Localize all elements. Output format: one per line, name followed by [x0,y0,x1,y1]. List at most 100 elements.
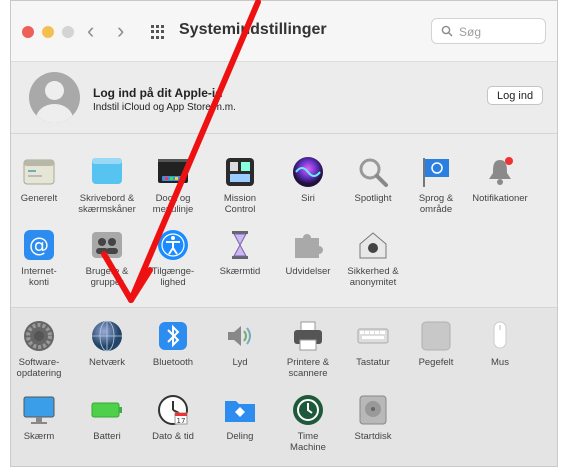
keyboard-icon [356,319,390,353]
svg-text:17: 17 [177,417,186,425]
pref-label: Dato & tid [152,431,194,442]
search-input[interactable] [457,22,545,42]
house-lock-icon [356,228,390,262]
pref-update[interactable]: Software- opdatering [11,319,71,379]
system-preferences-window: ‹ › Systemindstillinger Log ind på dit A… [10,0,558,467]
avatar[interactable] [29,72,80,123]
battery-icon [90,393,124,427]
pref-label: Siri [301,193,315,204]
pref-spotlight[interactable]: Spotlight [341,155,405,204]
pref-label: Spotlight [354,193,392,204]
pref-screentime[interactable]: Skærmtid [208,228,272,277]
forward-icon[interactable]: › [117,18,124,44]
search-field[interactable] [431,18,546,44]
pref-mission[interactable]: Mission Control [208,155,272,215]
pref-label: Notifikationer [472,193,528,204]
mouse-icon [483,319,517,353]
pref-label: Dock og menulinje [152,193,194,215]
users-icon [90,228,124,262]
sharing-folder-icon [223,393,257,427]
printer-icon [291,319,325,353]
bell-icon [483,155,517,189]
pref-label: Pegefelt [418,357,454,368]
close-window-button[interactable] [22,26,34,38]
pref-label: Deling [226,431,254,442]
pref-label: Sikkerhed & anonymitet [347,266,399,288]
pref-label: Startdisk [354,431,392,442]
pref-label: Tastatur [356,357,390,368]
pref-datetime[interactable]: 17 Dato & tid [141,393,205,442]
pref-keyboard[interactable]: Tastatur [341,319,405,368]
trackpad-icon [419,319,453,353]
pref-trackpad[interactable]: Pegefelt [404,319,468,368]
time-machine-icon [291,393,325,427]
pref-network[interactable]: Netværk [75,319,139,368]
pref-printers[interactable]: Printere & scannere [276,319,340,379]
gear-icon [22,319,56,353]
siri-icon [291,155,325,189]
pref-battery[interactable]: Batteri [75,393,139,442]
pref-language[interactable]: Sprog & område [404,155,468,215]
pref-label: Mus [491,357,509,368]
divider [11,307,557,308]
log-in-button[interactable]: Log ind [487,86,544,105]
pref-users[interactable]: Brugere & grupper [75,228,139,288]
speaker-icon [223,319,257,353]
apple-id-banner: Log ind på dit Apple-id Indstil iCloud o… [11,62,557,133]
dock-icon [156,155,190,189]
minimize-window-button[interactable] [42,26,54,38]
pref-security[interactable]: Sikkerhed & anonymitet [341,228,405,288]
pref-sharing[interactable]: Deling [208,393,272,442]
pref-label: Time Machine [290,431,326,453]
clock-icon: 17 [156,393,190,427]
language-flag-icon [419,155,453,189]
pref-bluetooth[interactable]: Bluetooth [141,319,205,368]
pref-startup[interactable]: Startdisk [341,393,405,442]
pref-label: Mission Control [223,193,257,215]
pref-label: Bluetooth [152,357,194,368]
mission-control-icon [223,155,257,189]
pref-label: Generelt [20,193,58,204]
pref-sound[interactable]: Lyd [208,319,272,368]
back-icon[interactable]: ‹ [87,18,94,44]
pref-mouse[interactable]: Mus [468,319,532,368]
accessibility-icon [156,228,190,262]
pref-displays[interactable]: Skærm [11,393,71,442]
pref-label: Printere & scannere [286,357,330,379]
pref-label: Software- opdatering [16,357,62,379]
desktop-icon [90,155,124,189]
disk-icon [356,393,390,427]
zoom-window-button[interactable] [62,26,74,38]
pref-dock[interactable]: Dock og menulinje [141,155,205,215]
pref-label: Skrivebord & skærmskåner [78,193,136,215]
search-icon [441,25,453,37]
pref-notifications[interactable]: Notifikationer [468,155,532,204]
svg-text:@: @ [29,233,49,257]
pref-label: Lyd [232,357,248,368]
pref-label: Batteri [93,431,121,442]
general-icon [22,155,56,189]
hourglass-icon [223,228,257,262]
pref-general[interactable]: Generelt [11,155,71,204]
pref-label: Internet- konti [21,266,57,288]
globe-icon [90,319,124,353]
pref-label: Udvidelser [285,266,331,277]
title-bar: ‹ › Systemindstillinger [11,1,557,62]
puzzle-icon [291,228,325,262]
pref-timemachine[interactable]: Time Machine [276,393,340,453]
pref-desktop[interactable]: Skrivebord & skærmskåner [75,155,139,215]
display-icon [22,393,56,427]
pref-extensions[interactable]: Udvidelser [276,228,340,277]
spotlight-icon [356,155,390,189]
pref-internet[interactable]: @ Internet- konti [11,228,71,288]
bluetooth-icon [156,319,190,353]
at-icon: @ [22,228,56,262]
apple-id-title: Log ind på dit Apple-id [93,86,223,100]
pref-label: Skærmtid [219,266,261,277]
apple-id-subtitle: Indstil iCloud og App Store m.m. [93,102,236,113]
pref-label: Skærm [23,431,55,442]
pref-siri[interactable]: Siri [276,155,340,204]
pref-label: Sprog & område [418,193,454,215]
show-all-grid-icon[interactable] [151,25,165,39]
pref-accessibility[interactable]: Tilgænge- lighed [141,228,205,288]
